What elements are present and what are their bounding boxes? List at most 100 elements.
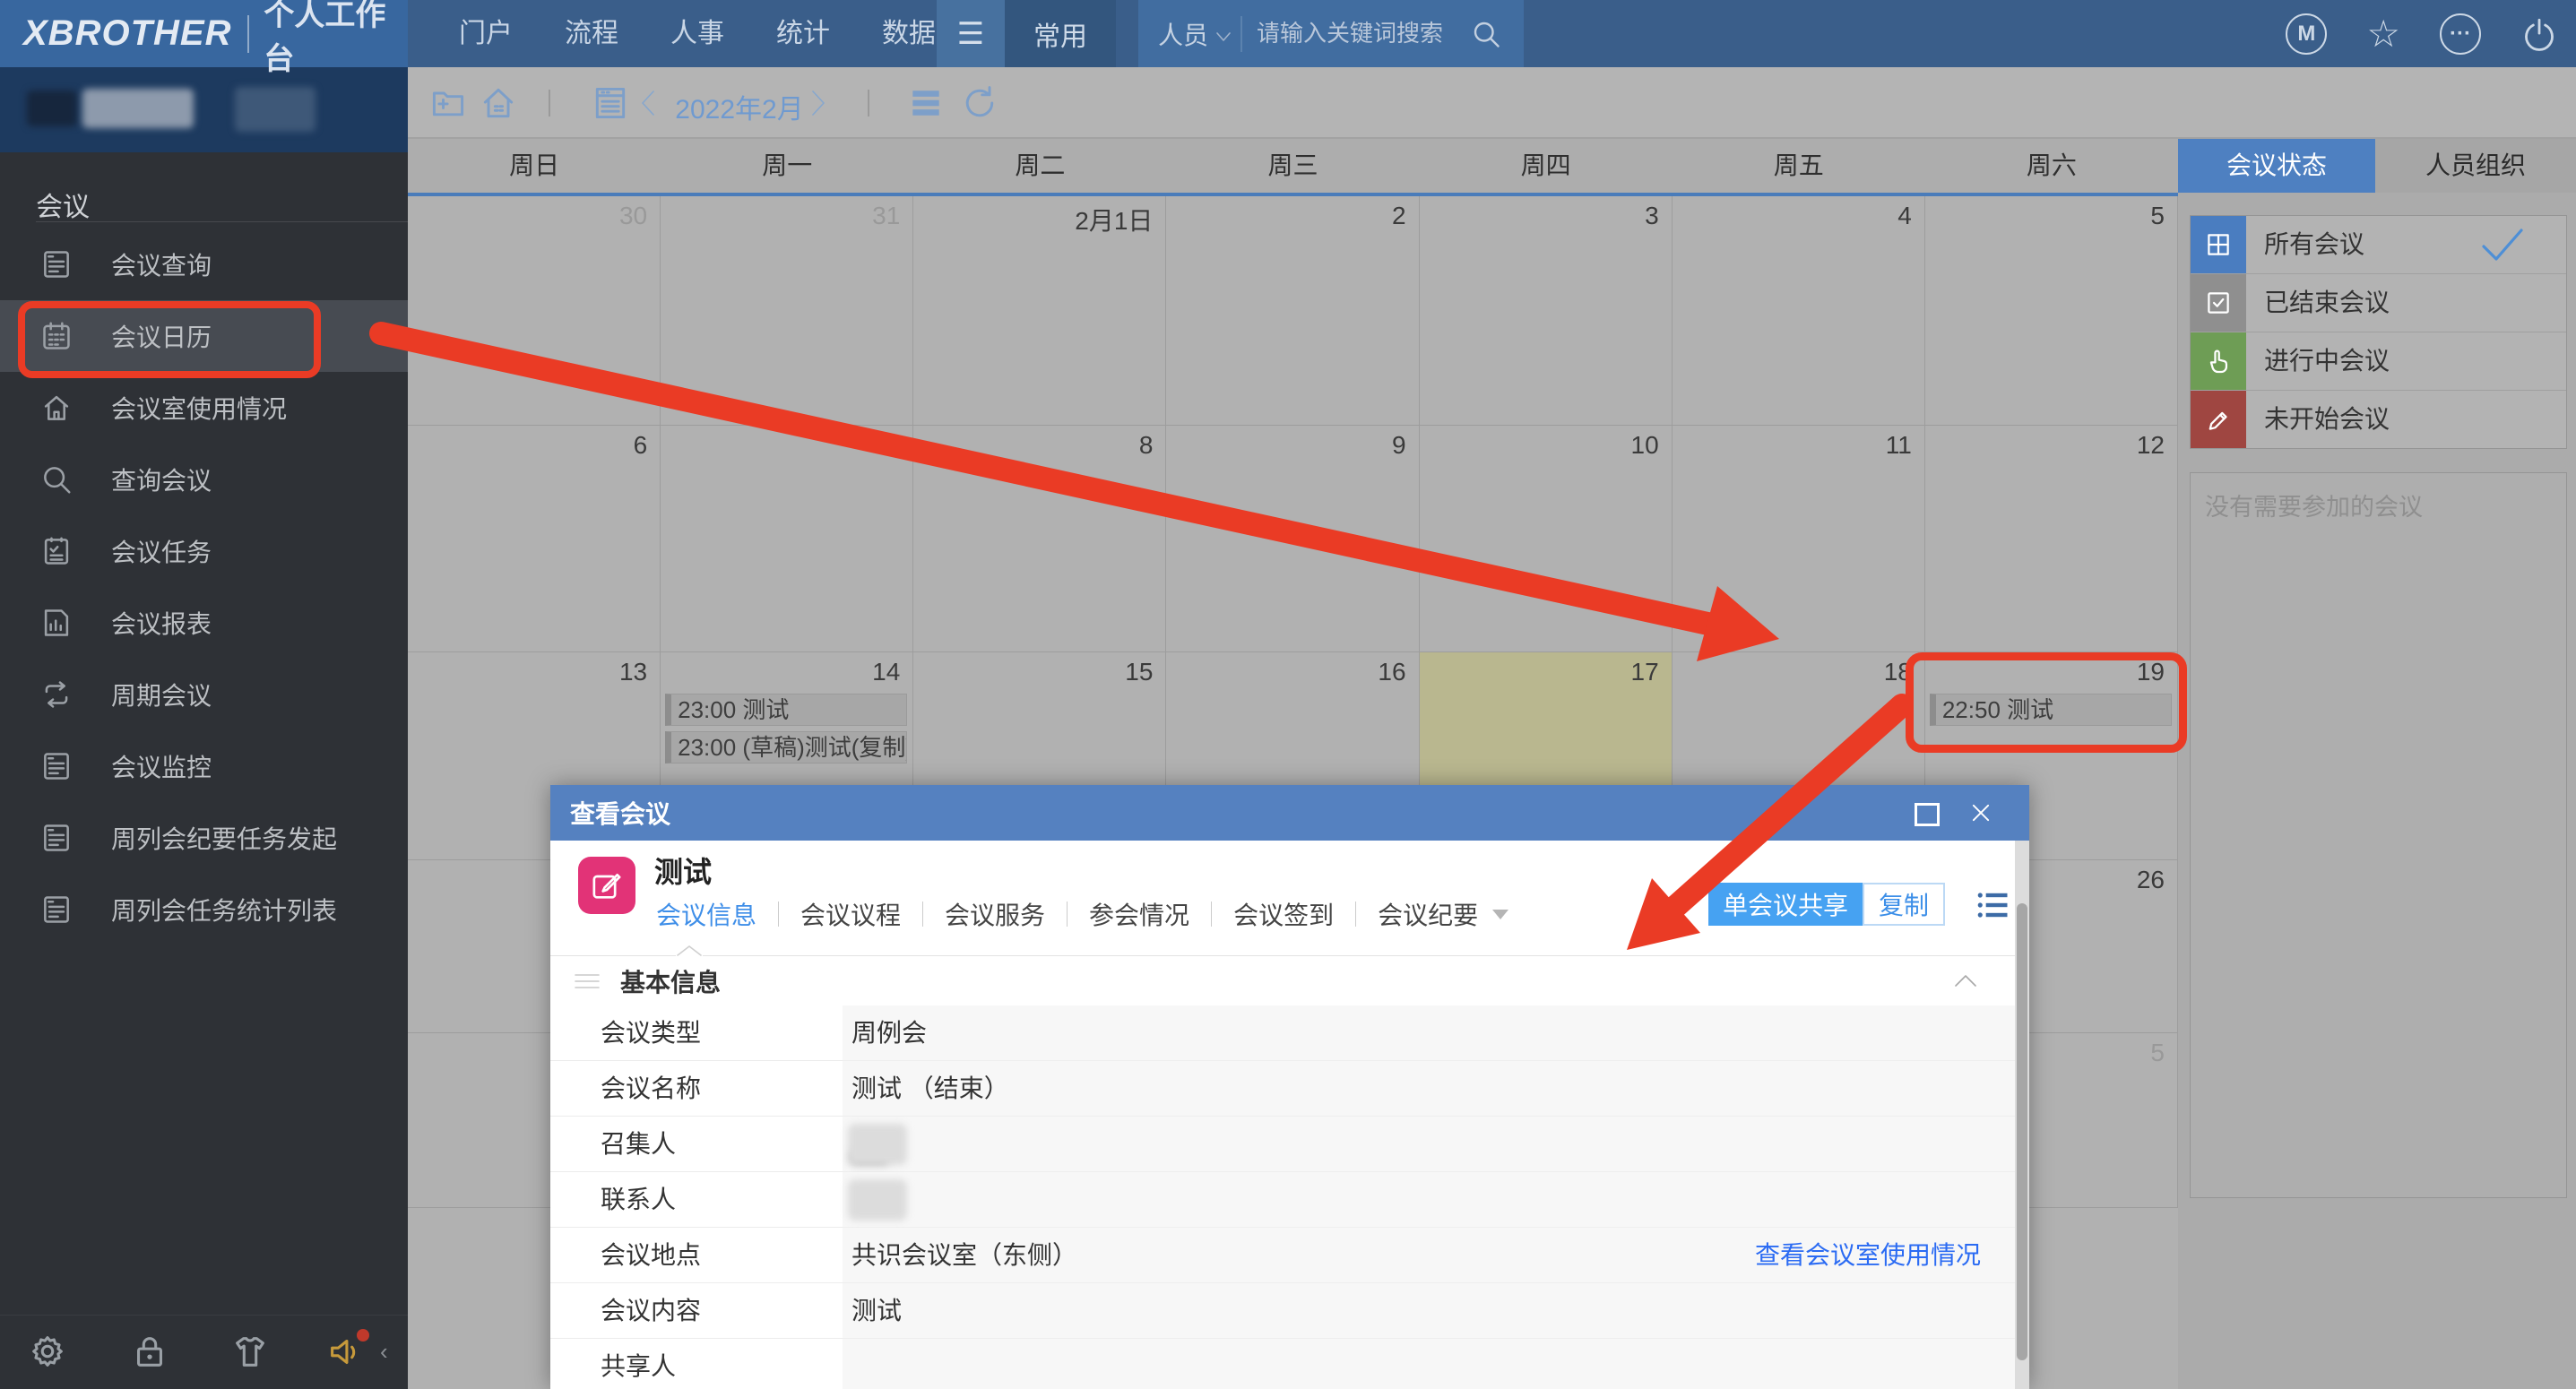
tab-checkin[interactable]: 会议签到	[1230, 896, 1337, 932]
hamburger-icon: ☰	[957, 16, 984, 52]
sidebar-item-meeting-reports[interactable]: 会议报表	[0, 587, 408, 659]
list-view-icon[interactable]	[906, 83, 946, 123]
chevron-down-icon[interactable]	[1492, 910, 1508, 919]
calendar-day[interactable]: 7	[661, 426, 913, 652]
field-label: 会议地点	[550, 1228, 843, 1283]
calendar-day[interactable]: 12	[1925, 426, 2178, 652]
tab-meeting-status[interactable]: 会议状态	[2178, 139, 2375, 193]
sidebar-section-title: 会议	[36, 185, 90, 224]
refresh-icon[interactable]	[960, 83, 999, 123]
calendar-day[interactable]: 6	[408, 426, 661, 652]
tab-meeting-service[interactable]: 会议服务	[941, 896, 1049, 932]
status-notstarted-meetings[interactable]: 未开始会议	[2191, 391, 2566, 448]
status-label: 已结束会议	[2264, 274, 2566, 332]
home-icon[interactable]	[479, 83, 518, 123]
theme-icon[interactable]	[229, 1331, 271, 1372]
field-row-shared-with: 共享人	[550, 1339, 2015, 1389]
weekday-label: 周二	[913, 139, 1166, 193]
search-icon[interactable]	[1470, 18, 1502, 50]
sidebar-item-search-meeting[interactable]: 查询会议	[0, 444, 408, 515]
tab-meeting-info[interactable]: 会议信息	[653, 896, 760, 932]
user-avatar[interactable]: M	[2286, 13, 2327, 55]
calendar-day[interactable]: 5	[1925, 196, 2178, 426]
scrollbar-thumb[interactable]	[2017, 903, 2027, 1360]
meeting-chip[interactable]: 23:00 测试	[665, 694, 907, 726]
sidebar-item-meeting-tasks[interactable]: 会议任务	[0, 515, 408, 587]
settings-icon[interactable]	[27, 1331, 68, 1372]
calendar-day[interactable]: 11	[1673, 426, 1925, 652]
section-header-basic-info[interactable]: 基本信息	[550, 956, 2015, 1005]
calendar-day[interactable]: 30	[408, 196, 661, 426]
nav-hr[interactable]: 人事	[644, 0, 750, 67]
tab-attendance[interactable]: 参会情况	[1085, 896, 1193, 932]
favorites-icon[interactable]: ☆	[2366, 15, 2400, 53]
status-label: 进行中会议	[2264, 332, 2566, 390]
sidebar-item-room-usage[interactable]: 会议室使用情况	[0, 372, 408, 444]
calendar-day[interactable]: 2	[1166, 196, 1419, 426]
next-month-icon[interactable]	[809, 89, 827, 117]
announce-icon[interactable]	[324, 1331, 366, 1372]
sidebar-item-label: 会议室使用情况	[111, 390, 287, 426]
prev-month-icon[interactable]	[639, 89, 657, 117]
more-icon[interactable]: ···	[2440, 13, 2481, 55]
copy-button[interactable]: 复制	[1863, 883, 1945, 926]
modal-scrollbar[interactable]	[2015, 841, 2029, 1389]
meeting-fields: 会议类型 周例会 会议名称 测试 （结束） 召集人 联系人 会议地点 共识会议室…	[550, 1005, 2015, 1389]
hamburger-menu-button[interactable]: ☰	[937, 0, 1005, 67]
nav-statistics[interactable]: 统计	[750, 0, 856, 67]
meeting-chip[interactable]: 23:00 (草稿)测试(复制)	[665, 731, 907, 764]
tab-divider	[922, 902, 923, 927]
field-label: 共享人	[550, 1339, 843, 1389]
redaction-blob	[848, 1179, 907, 1221]
maximize-icon[interactable]	[1915, 803, 1940, 826]
nav-workflow[interactable]: 流程	[539, 0, 644, 67]
nav-portal[interactable]: 门户	[433, 0, 539, 67]
calendar-day[interactable]: 31	[661, 196, 913, 426]
calendar-day[interactable]: 3	[1420, 196, 1673, 426]
empty-state-text: 没有需要参加的会议	[2205, 487, 2566, 522]
blurred-logo-block	[27, 91, 77, 126]
quick-menu-button[interactable]: 常用	[1005, 0, 1116, 67]
lock-icon[interactable]	[129, 1331, 170, 1372]
calendar-icon	[39, 319, 73, 353]
toolbar-divider	[549, 90, 550, 116]
sidebar-item-weekly-minutes-task[interactable]: 周列会纪要任务发起	[0, 802, 408, 874]
search-scope-select[interactable]: 人员	[1158, 16, 1208, 52]
modal-titlebar[interactable]: 查看会议	[550, 785, 2029, 841]
sidebar-item-weekly-task-stats[interactable]: 周列会任务统计列表	[0, 874, 408, 945]
tab-meeting-agenda[interactable]: 会议议程	[797, 896, 904, 932]
report-icon	[39, 606, 73, 640]
doc-list-icon	[39, 749, 73, 783]
sidebar-item-meeting-query[interactable]: 会议查询	[0, 229, 408, 300]
logo-divider	[247, 15, 249, 53]
status-ended-meetings[interactable]: 已结束会议	[2191, 274, 2566, 332]
tab-minutes[interactable]: 会议纪要	[1374, 896, 1482, 932]
status-all-meetings[interactable]: 所有会议	[2191, 216, 2566, 274]
tab-personnel-org[interactable]: 人员组织	[2375, 139, 2576, 193]
search-input[interactable]	[1255, 19, 1465, 48]
calendar-day[interactable]: 8	[913, 426, 1166, 652]
calendar-week-row: 30 31 2月1日 2 3 4 5	[408, 196, 2178, 426]
room-usage-link[interactable]: 查看会议室使用情况	[1755, 1228, 1981, 1283]
meeting-chip[interactable]: 22:50 测试	[1930, 694, 2172, 726]
calendar-day[interactable]: 10	[1420, 426, 1673, 652]
add-folder-icon[interactable]	[428, 83, 468, 123]
tab-divider	[1355, 902, 1356, 927]
collapse-section-icon[interactable]	[1954, 974, 1977, 987]
power-icon[interactable]	[2520, 15, 2558, 53]
calendar-view-icon[interactable]	[591, 83, 630, 123]
repeat-icon	[39, 677, 73, 712]
weekday-header: 周日 周一 周二 周三 周四 周五 周六	[408, 139, 2178, 196]
list-menu-icon[interactable]	[1972, 885, 2013, 925]
weekday-label: 周一	[661, 139, 913, 193]
calendar-day[interactable]: 4	[1673, 196, 1925, 426]
collapse-icon[interactable]: ‹	[380, 1338, 388, 1366]
sidebar-item-meeting-calendar[interactable]: 会议日历	[0, 300, 408, 372]
calendar-day[interactable]: 2月1日	[913, 196, 1166, 426]
sidebar-item-recurring-meetings[interactable]: 周期会议	[0, 659, 408, 730]
calendar-day[interactable]: 9	[1166, 426, 1419, 652]
single-meeting-share-button[interactable]: 单会议共享	[1708, 883, 1863, 926]
status-ongoing-meetings[interactable]: 进行中会议	[2191, 332, 2566, 391]
sidebar-item-meeting-monitor[interactable]: 会议监控	[0, 730, 408, 802]
close-icon[interactable]	[1968, 800, 1993, 825]
